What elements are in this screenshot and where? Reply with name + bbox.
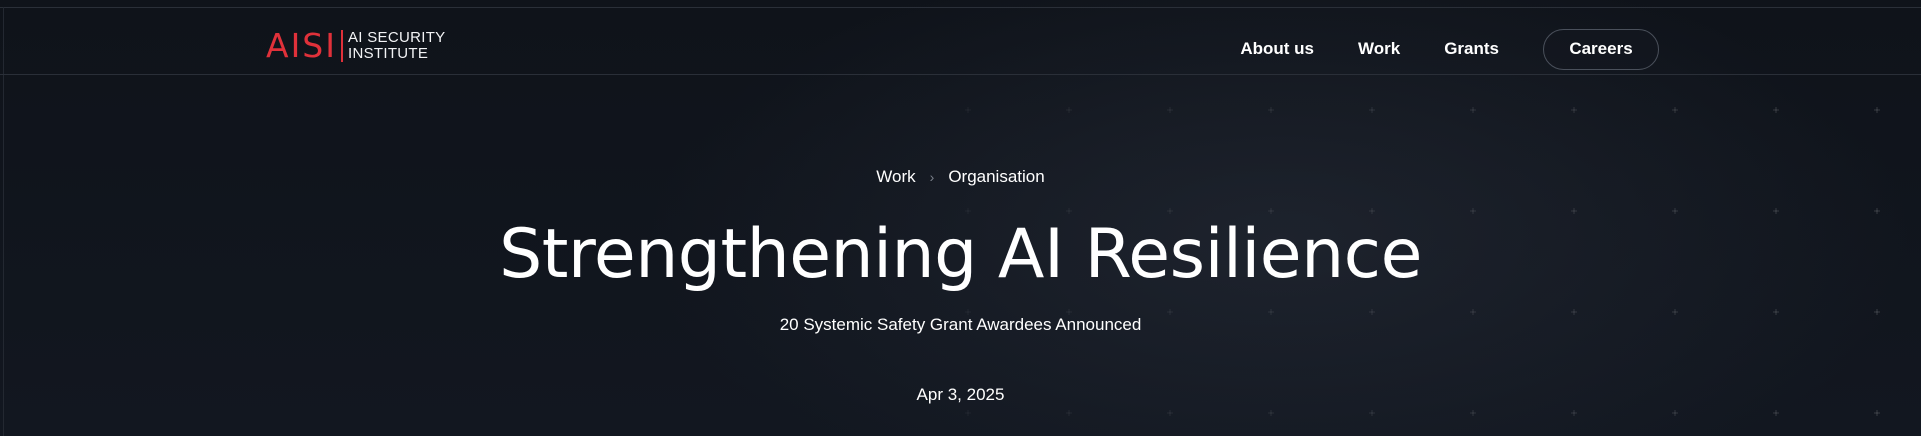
breadcrumb-chevron-icon: ›	[929, 169, 935, 185]
grid-plus-mark	[1773, 208, 1779, 214]
grid-plus-mark	[1874, 208, 1880, 214]
grid-plus-mark	[965, 107, 971, 113]
logo-mark: AISI	[266, 26, 337, 65]
grid-plus-mark	[1066, 107, 1072, 113]
publish-date: Apr 3, 2025	[916, 385, 1005, 404]
grid-plus-mark	[1167, 208, 1173, 214]
grid-plus-mark	[1672, 410, 1678, 416]
grid-plus-mark	[1672, 107, 1678, 113]
page: AISI AI SECURITY INSTITUTE About us Work…	[0, 0, 1921, 436]
logo-text-line1: AI SECURITY	[348, 29, 446, 46]
grid-plus-mark	[1369, 410, 1375, 416]
grid-plus-mark	[1167, 410, 1173, 416]
grid-plus-mark	[1571, 410, 1577, 416]
grid-plus-mark	[1369, 107, 1375, 113]
breadcrumb-organisation[interactable]: Organisation	[948, 167, 1044, 187]
nav-work[interactable]: Work	[1358, 39, 1400, 59]
main-nav: About us Work Grants Careers	[1240, 28, 1659, 70]
grid-plus-mark	[965, 208, 971, 214]
page-subtitle: 20 Systemic Safety Grant Awardees Announ…	[779, 315, 1142, 334]
page-title: Strengthening AI Resilience	[499, 215, 1422, 294]
grid-plus-mark	[1268, 107, 1274, 113]
breadcrumb: Work › Organisation	[0, 167, 1921, 187]
logo-text-line2: INSTITUTE	[348, 45, 429, 62]
grid-plus-mark	[1167, 107, 1173, 113]
grid-plus-mark	[1268, 208, 1274, 214]
grid-plus-mark	[1470, 208, 1476, 214]
logo-text: AI SECURITY INSTITUTE	[348, 30, 445, 62]
grid-plus-mark	[1773, 107, 1779, 113]
grid-plus-mark	[1571, 208, 1577, 214]
grid-plus-mark	[1066, 410, 1072, 416]
grid-plus-mark	[1571, 107, 1577, 113]
grid-plus-mark	[1470, 107, 1476, 113]
grid-plus-mark	[1470, 410, 1476, 416]
nav-about-us[interactable]: About us	[1240, 39, 1314, 59]
logo-divider	[341, 30, 343, 62]
careers-button[interactable]: Careers	[1543, 28, 1659, 70]
aisi-logo[interactable]: AISI AI SECURITY INSTITUTE	[266, 26, 445, 66]
nav-grants[interactable]: Grants	[1444, 39, 1499, 59]
grid-plus-mark	[1773, 410, 1779, 416]
grid-plus-mark	[965, 410, 971, 416]
grid-plus-mark	[1874, 107, 1880, 113]
grid-plus-mark	[1369, 208, 1375, 214]
grid-plus-mark	[1672, 208, 1678, 214]
grid-plus-mark	[1066, 208, 1072, 214]
grid-plus-mark	[1268, 410, 1274, 416]
grid-plus-mark	[1874, 410, 1880, 416]
breadcrumb-work[interactable]: Work	[876, 167, 915, 187]
site-header: AISI AI SECURITY INSTITUTE About us Work…	[0, 8, 1921, 75]
